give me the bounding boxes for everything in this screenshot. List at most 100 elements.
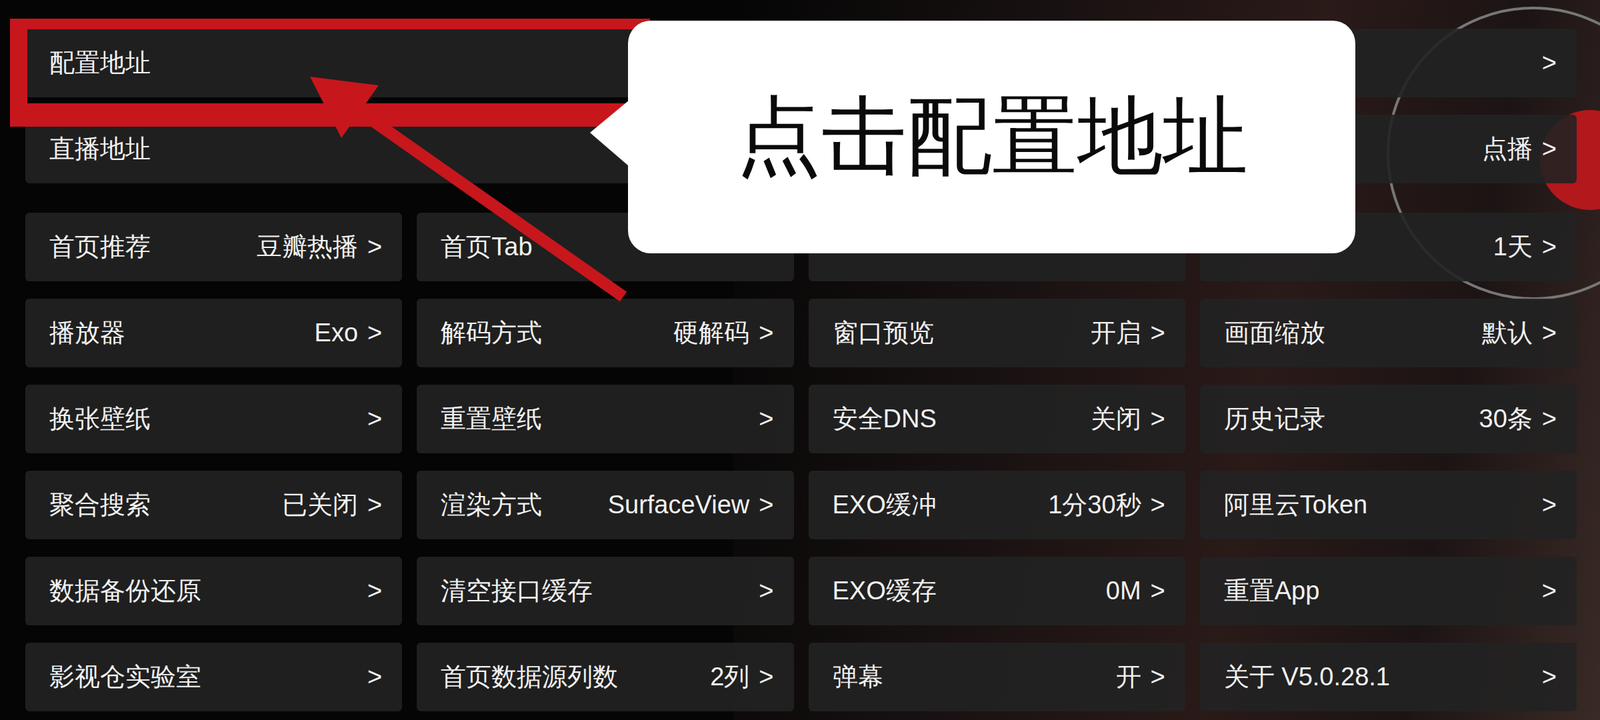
settings-grid-row: 聚合搜索已关闭>渲染方式SurfaceView>EXO缓冲1分30秒>阿里云To… [25,470,1577,540]
setting-cell[interactable]: 弹幕开> [808,642,1186,712]
setting-label: 关于 V5.0.28.1 [1224,660,1390,694]
setting-value-group: > [367,404,382,434]
setting-value-group: 0M > [1106,576,1166,606]
setting-label: 首页数据源列数 [440,660,618,694]
setting-label: EXO缓冲 [832,488,937,522]
setting-cell[interactable]: 影视仓实验室 > [25,642,402,712]
setting-label: 阿里云Token [1224,488,1368,522]
setting-label: 聚合搜索 [49,488,151,522]
setting-label: 清空接口缓存 [440,574,593,608]
setting-label: 重置App [1224,574,1320,608]
setting-label: 安全DNS [832,402,937,436]
setting-value-group: 默认 > [1482,316,1557,350]
setting-label: 首页Tab [440,230,532,264]
setting-label: 影视仓实验室 [49,660,202,694]
chevron-icon: > [367,490,382,520]
setting-value-group: > [758,576,774,606]
highlight-frame [10,18,650,127]
setting-label: 数据备份还原 [49,574,202,608]
setting-value-group: > [367,576,382,606]
setting-value-group: 开> [1116,660,1166,694]
setting-cell[interactable]: 安全DNS 关闭 > [808,384,1186,454]
setting-cell[interactable]: 播放器 Exo> [25,298,402,368]
setting-value-group: > [367,662,382,692]
chevron-icon: > [1542,490,1557,520]
setting-cell[interactable]: 重置App > [1200,556,1577,626]
setting-label: 播放器 [49,316,126,350]
setting-cell[interactable]: 历史记录 30条 > [1200,384,1577,454]
setting-value: SurfaceView [608,490,750,520]
setting-value: 已关闭 [282,488,358,522]
chevron-icon: > [367,662,382,692]
chevron-icon: > [367,318,382,348]
chevron-icon: > [1150,404,1166,434]
chevron-icon: > [367,232,382,262]
setting-cell[interactable]: 数据备份还原 > [25,556,402,626]
setting-value-group: Exo> [314,318,383,348]
chevron-icon: > [1150,662,1166,692]
setting-cell[interactable]: 聚合搜索 已关闭 > [25,470,402,540]
setting-value: 0M [1106,576,1142,606]
setting-label: 弹幕 [832,660,884,694]
setting-cell[interactable]: 渲染方式 SurfaceView > [416,470,794,540]
setting-label: 解码方式 [440,316,542,350]
setting-value-group: > [1542,490,1557,520]
chevron-icon: > [758,490,774,520]
chevron-icon: > [758,576,774,606]
chevron-icon: > [1542,662,1557,692]
callout-text: 点击配置地址 [736,79,1248,195]
setting-value: 30条 [1479,402,1533,436]
setting-value: 默认 [1482,316,1533,350]
setting-value: 关闭 [1090,402,1142,436]
setting-value-group: > [1542,662,1557,692]
chevron-icon: > [758,404,774,434]
setting-value-group: 点播> [1482,132,1557,166]
setting-label: 窗口预览 [832,316,934,350]
chevron-icon: > [367,576,382,606]
setting-cell[interactable]: 窗口预览 开启> [808,298,1186,368]
setting-label: 渲染方式 [440,488,542,522]
setting-label: 历史记录 [1224,402,1326,436]
setting-value-group: 1分30秒 > [1048,488,1166,522]
setting-value-group: 关闭 > [1090,402,1166,436]
setting-cell[interactable]: 首页推荐豆瓣热播> [25,212,402,282]
setting-label: 重置壁纸 [440,402,542,436]
setting-value-group: 已关闭 > [282,488,382,522]
chevron-icon: > [1150,490,1166,520]
chevron-icon: > [1542,232,1557,262]
setting-value: 硬解码 [673,316,750,350]
setting-cell[interactable]: 画面缩放默认> [1200,298,1577,368]
setting-cell[interactable]: 重置壁纸 > [416,384,794,454]
setting-cell[interactable]: 关于 V5.0.28.1 > [1200,642,1577,712]
setting-value-group: SurfaceView > [608,490,774,520]
tutorial-callout: 点击配置地址 [628,20,1356,254]
chevron-icon: > [1542,576,1557,606]
chevron-icon: > [758,318,774,348]
setting-value-group: 2列> [710,660,774,694]
setting-cell[interactable]: 解码方式 硬解码 > [416,298,794,368]
setting-label: 首页推荐 [49,230,151,264]
chevron-icon: > [1542,404,1557,434]
setting-value: 点播 [1482,132,1533,166]
setting-value: 2列 [710,660,750,694]
setting-cell[interactable]: EXO缓冲 1分30秒 > [808,470,1186,540]
chevron-icon: > [1542,318,1557,348]
setting-value-group: > [758,404,774,434]
setting-cell[interactable]: 清空接口缓存 > [416,556,794,626]
setting-cell[interactable]: 首页数据源列数 2列> [416,642,794,712]
setting-value-group: 硬解码 > [673,316,774,350]
settings-grid-row: 换张壁纸 > 重置壁纸 > 安全DNS 关闭 > 历史记录 30条 > [25,384,1577,454]
setting-label: 换张壁纸 [49,402,151,436]
setting-value: 1分30秒 [1048,488,1141,522]
setting-value-group: 1天> [1493,230,1557,264]
setting-value-group: > [1542,48,1557,78]
setting-value-group: > [1542,576,1557,606]
setting-cell[interactable]: 阿里云Token > [1200,470,1577,540]
setting-cell[interactable]: 换张壁纸 > [25,384,402,454]
setting-label: 直播地址 [49,132,151,166]
setting-value: 开 [1116,660,1142,694]
setting-cell[interactable]: EXO缓存 0M > [808,556,1186,626]
setting-label: EXO缓存 [832,574,937,608]
setting-value-group: 开启> [1090,316,1166,350]
chevron-icon: > [1150,576,1166,606]
